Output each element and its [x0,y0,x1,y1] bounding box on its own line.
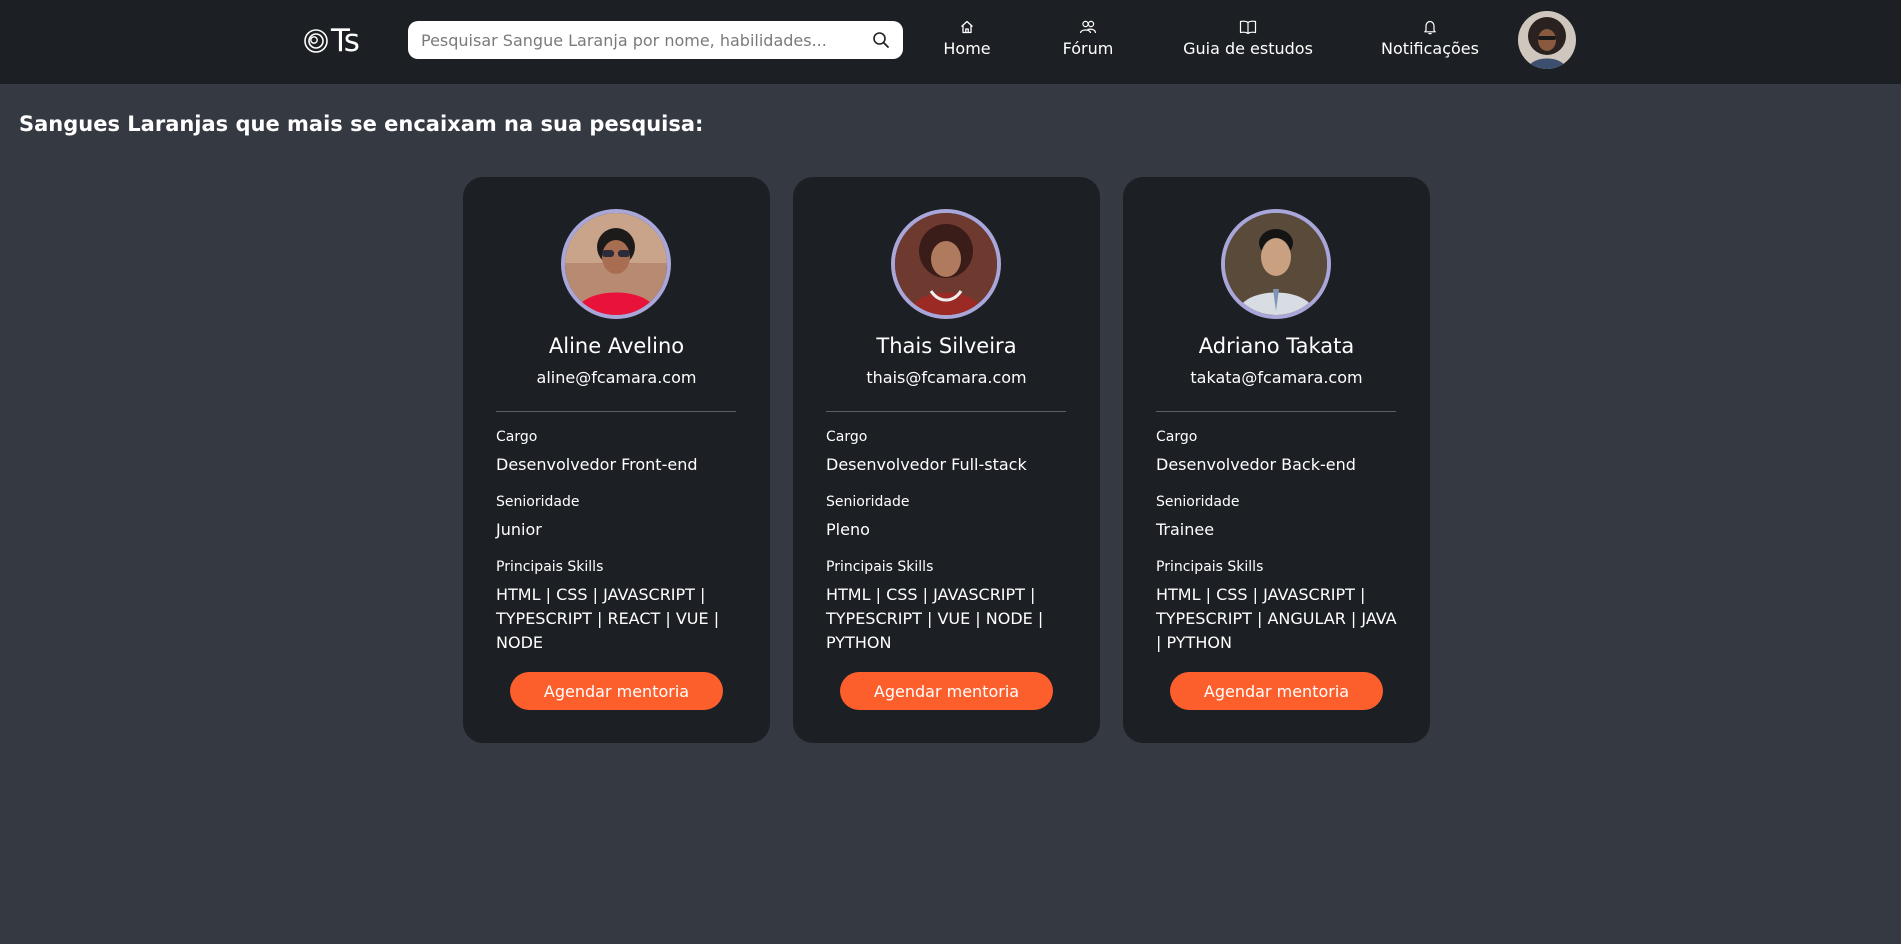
avatar [1221,209,1331,319]
search-input[interactable] [421,30,871,50]
cargo-value: Desenvolvedor Front-end [496,455,698,474]
card-divider [1156,411,1396,412]
cargo-label: Cargo [1156,429,1198,445]
nav-notifications-label: Notificações [1381,39,1479,58]
skills-value: HTML | CSS | JAVASCRIPT | TYPESCRIPT | V… [826,585,1044,652]
card-name: Adriano Takata [1198,334,1355,358]
search-icon[interactable] [871,30,891,50]
card-divider [496,411,736,412]
schedule-mentoring-button[interactable]: Agendar mentoria [840,672,1053,710]
cargo-value: Desenvolvedor Back-end [1156,455,1356,474]
logo-text: Ts [331,22,360,59]
nav-notifications[interactable]: Notificações [1380,18,1480,60]
home-icon [958,18,976,36]
book-icon [1239,18,1257,36]
nav-home-label: Home [943,39,991,58]
senioridade-label: Senioridade [1156,494,1240,510]
card-name: Thais Silveira [876,334,1017,358]
profile-card: Adriano Takata takata@fcamara.com Cargo … [1123,177,1430,743]
logo-rings-icon [304,29,328,53]
senioridade-value: Junior [496,520,542,539]
profile-card: Aline Avelino aline@fcamara.com Cargo De… [463,177,770,743]
page-title: Sangues Laranjas que mais se encaixam na… [19,112,704,136]
skills-value: HTML | CSS | JAVASCRIPT | TYPESCRIPT | A… [1156,585,1397,652]
skills-label: Principais Skills [1156,559,1264,575]
cargo-value: Desenvolvedor Full-stack [826,455,1027,474]
nav-forum-label: Fórum [1062,39,1114,58]
user-avatar[interactable] [1518,11,1576,69]
senioridade-value: Trainee [1156,520,1215,539]
card-name: Aline Avelino [548,334,685,358]
senioridade-label: Senioridade [826,494,910,510]
nav-study-guide-label: Guia de estudos [1183,39,1313,58]
nav-home[interactable]: Home [942,18,992,60]
app-logo[interactable]: Ts [303,22,363,60]
card-email: takata@fcamara.com [1190,368,1363,387]
senioridade-value: Pleno [826,520,870,539]
schedule-mentoring-button[interactable]: Agendar mentoria [510,672,723,710]
cargo-label: Cargo [826,429,868,445]
skills-value: HTML | CSS | JAVASCRIPT | TYPESCRIPT | R… [496,585,720,652]
nav-forum[interactable]: Fórum [1060,18,1116,60]
top-navbar: Ts Home Fórum [0,0,1901,84]
skills-label: Principais Skills [826,559,934,575]
card-email: aline@fcamara.com [536,368,697,387]
avatar [561,209,671,319]
bell-icon [1421,18,1439,36]
skills-label: Principais Skills [496,559,604,575]
card-email: thais@fcamara.com [866,368,1027,387]
nav-study-guide[interactable]: Guia de estudos [1182,18,1314,60]
avatar [891,209,1001,319]
schedule-mentoring-button[interactable]: Agendar mentoria [1170,672,1383,710]
senioridade-label: Senioridade [496,494,580,510]
users-icon [1079,18,1097,36]
card-divider [826,411,1066,412]
cargo-label: Cargo [496,429,538,445]
profile-card: Thais Silveira thais@fcamara.com Cargo D… [793,177,1100,743]
search-bar [408,21,903,59]
